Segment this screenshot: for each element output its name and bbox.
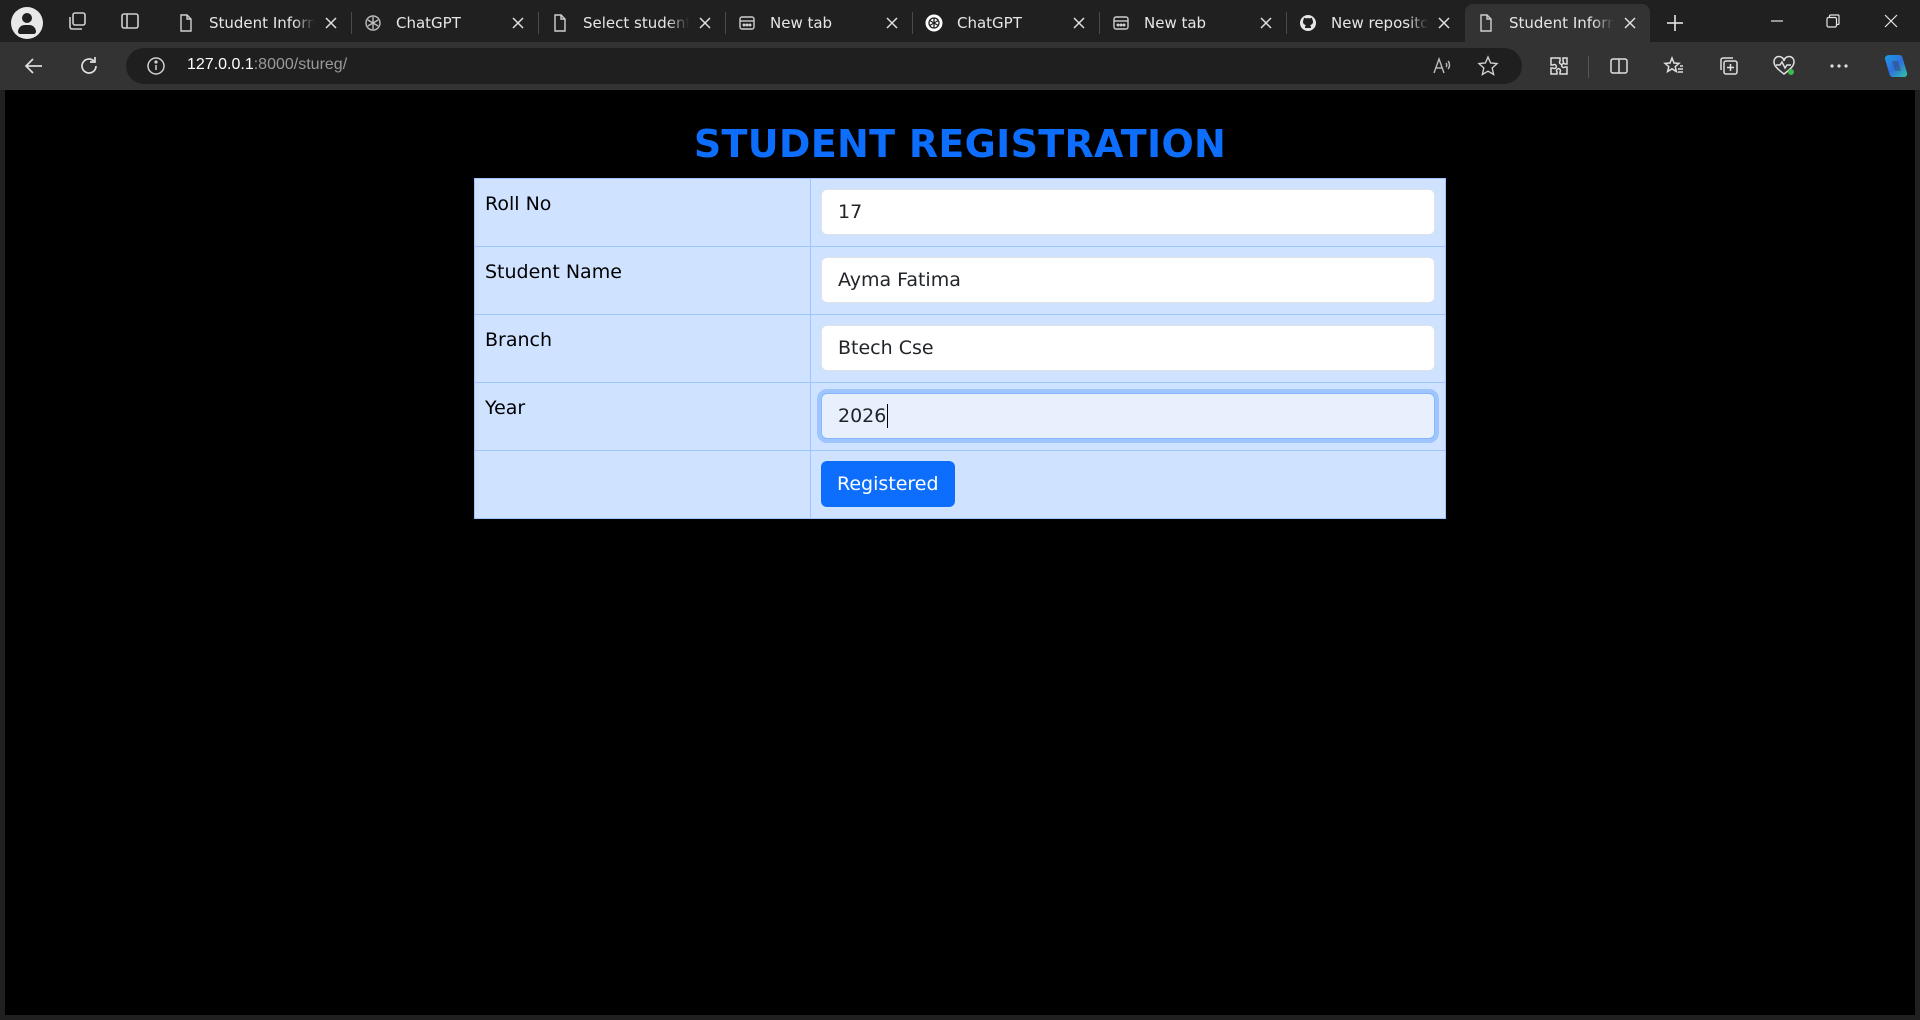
tab-title: Student Informat <box>209 14 315 32</box>
roll-no-label: Roll No <box>474 178 811 247</box>
browser-essentials-icon[interactable] <box>1772 54 1796 78</box>
address-bar[interactable]: 127.0.0.1:8000/stureg/ <box>126 48 1522 84</box>
tab-title: Student Informa <box>1509 14 1614 32</box>
tab-title: ChatGPT <box>957 14 1022 32</box>
student-name-label: Student Name <box>474 246 811 315</box>
refresh-icon[interactable] <box>77 54 101 78</box>
branch-input[interactable] <box>821 325 1435 371</box>
close-tab-icon[interactable] <box>1256 13 1276 33</box>
tab-title: New tab <box>1144 14 1207 32</box>
browser-toolbar: 127.0.0.1:8000/stureg/ <box>0 42 1920 90</box>
roll-no-input[interactable] <box>821 189 1435 235</box>
table-row: Student Name <box>474 246 1446 315</box>
collections-icon[interactable] <box>1717 54 1741 78</box>
tab-chatgpt-2[interactable]: ChatGPT <box>913 4 1099 42</box>
close-tab-icon[interactable] <box>508 13 528 33</box>
new-tab-plus-icon[interactable] <box>1662 10 1688 36</box>
table-row: Branch <box>474 314 1446 383</box>
extensions-icon[interactable] <box>1547 54 1571 78</box>
back-arrow-icon[interactable] <box>22 54 46 78</box>
tab-chatgpt-1[interactable]: ChatGPT <box>352 4 538 42</box>
year-label: Year <box>474 382 811 451</box>
page-icon <box>551 14 569 32</box>
chatgpt-icon <box>364 14 382 32</box>
page-viewport: STUDENT REGISTRATION Roll No Student Nam… <box>5 90 1915 1015</box>
close-tab-icon[interactable] <box>1620 13 1640 33</box>
tab-title: New repository <box>1331 14 1428 32</box>
close-tab-icon[interactable] <box>321 13 341 33</box>
profile-avatar-icon[interactable] <box>11 7 43 39</box>
favorite-star-icon[interactable] <box>1476 54 1500 78</box>
close-tab-icon[interactable] <box>1069 13 1089 33</box>
student-name-input[interactable] <box>821 257 1435 303</box>
table-row: Year 2026 <box>474 382 1446 451</box>
vertical-tabs-icon[interactable] <box>119 10 141 32</box>
minimize-icon[interactable] <box>1762 8 1792 34</box>
tab-title: New tab <box>770 14 833 32</box>
read-aloud-icon[interactable] <box>1430 54 1454 78</box>
more-menu-icon[interactable] <box>1827 54 1851 78</box>
newtab-icon <box>738 14 756 32</box>
page-icon <box>1477 14 1495 32</box>
text-caret <box>887 404 889 428</box>
registration-form-table: Roll No Student Name Branch Year 2026 <box>474 178 1446 519</box>
chatgpt-icon <box>925 14 943 32</box>
tab-new-tab-2[interactable]: New tab <box>1100 4 1286 42</box>
tab-new-repository[interactable]: New repository <box>1287 4 1464 42</box>
table-row: Roll No <box>474 178 1446 247</box>
github-icon <box>1299 14 1317 32</box>
close-tab-icon[interactable] <box>882 13 902 33</box>
close-window-icon[interactable] <box>1876 8 1906 34</box>
restore-icon[interactable] <box>1818 8 1848 34</box>
tab-select-student[interactable]: Select student to <box>539 4 725 42</box>
tab-student-information-1[interactable]: Student Informat <box>165 4 351 42</box>
tab-strip: Student Informat ChatGPT Select student … <box>0 0 1920 42</box>
page-title: STUDENT REGISTRATION <box>693 122 1227 166</box>
tab-student-information-active[interactable]: Student Informa <box>1465 4 1650 42</box>
year-input[interactable]: 2026 <box>821 393 1435 439</box>
site-info-icon[interactable] <box>146 56 166 76</box>
branch-label: Branch <box>474 314 811 383</box>
registered-button[interactable]: Registered <box>821 461 955 507</box>
tab-title: ChatGPT <box>396 14 461 32</box>
year-input-value: 2026 <box>838 405 887 427</box>
newtab-icon <box>1112 14 1130 32</box>
copilot-icon[interactable] <box>1880 51 1910 81</box>
url-text: 127.0.0.1:8000/stureg/ <box>187 56 348 73</box>
close-tab-icon[interactable] <box>1434 13 1454 33</box>
split-screen-icon[interactable] <box>1607 54 1631 78</box>
favorites-icon[interactable] <box>1662 54 1686 78</box>
tab-title: Select student to <box>583 14 689 32</box>
workspaces-icon[interactable] <box>66 10 88 32</box>
page-icon <box>177 14 195 32</box>
tab-new-tab-1[interactable]: New tab <box>726 4 912 42</box>
close-tab-icon[interactable] <box>695 13 715 33</box>
table-row: Registered <box>474 450 1446 519</box>
